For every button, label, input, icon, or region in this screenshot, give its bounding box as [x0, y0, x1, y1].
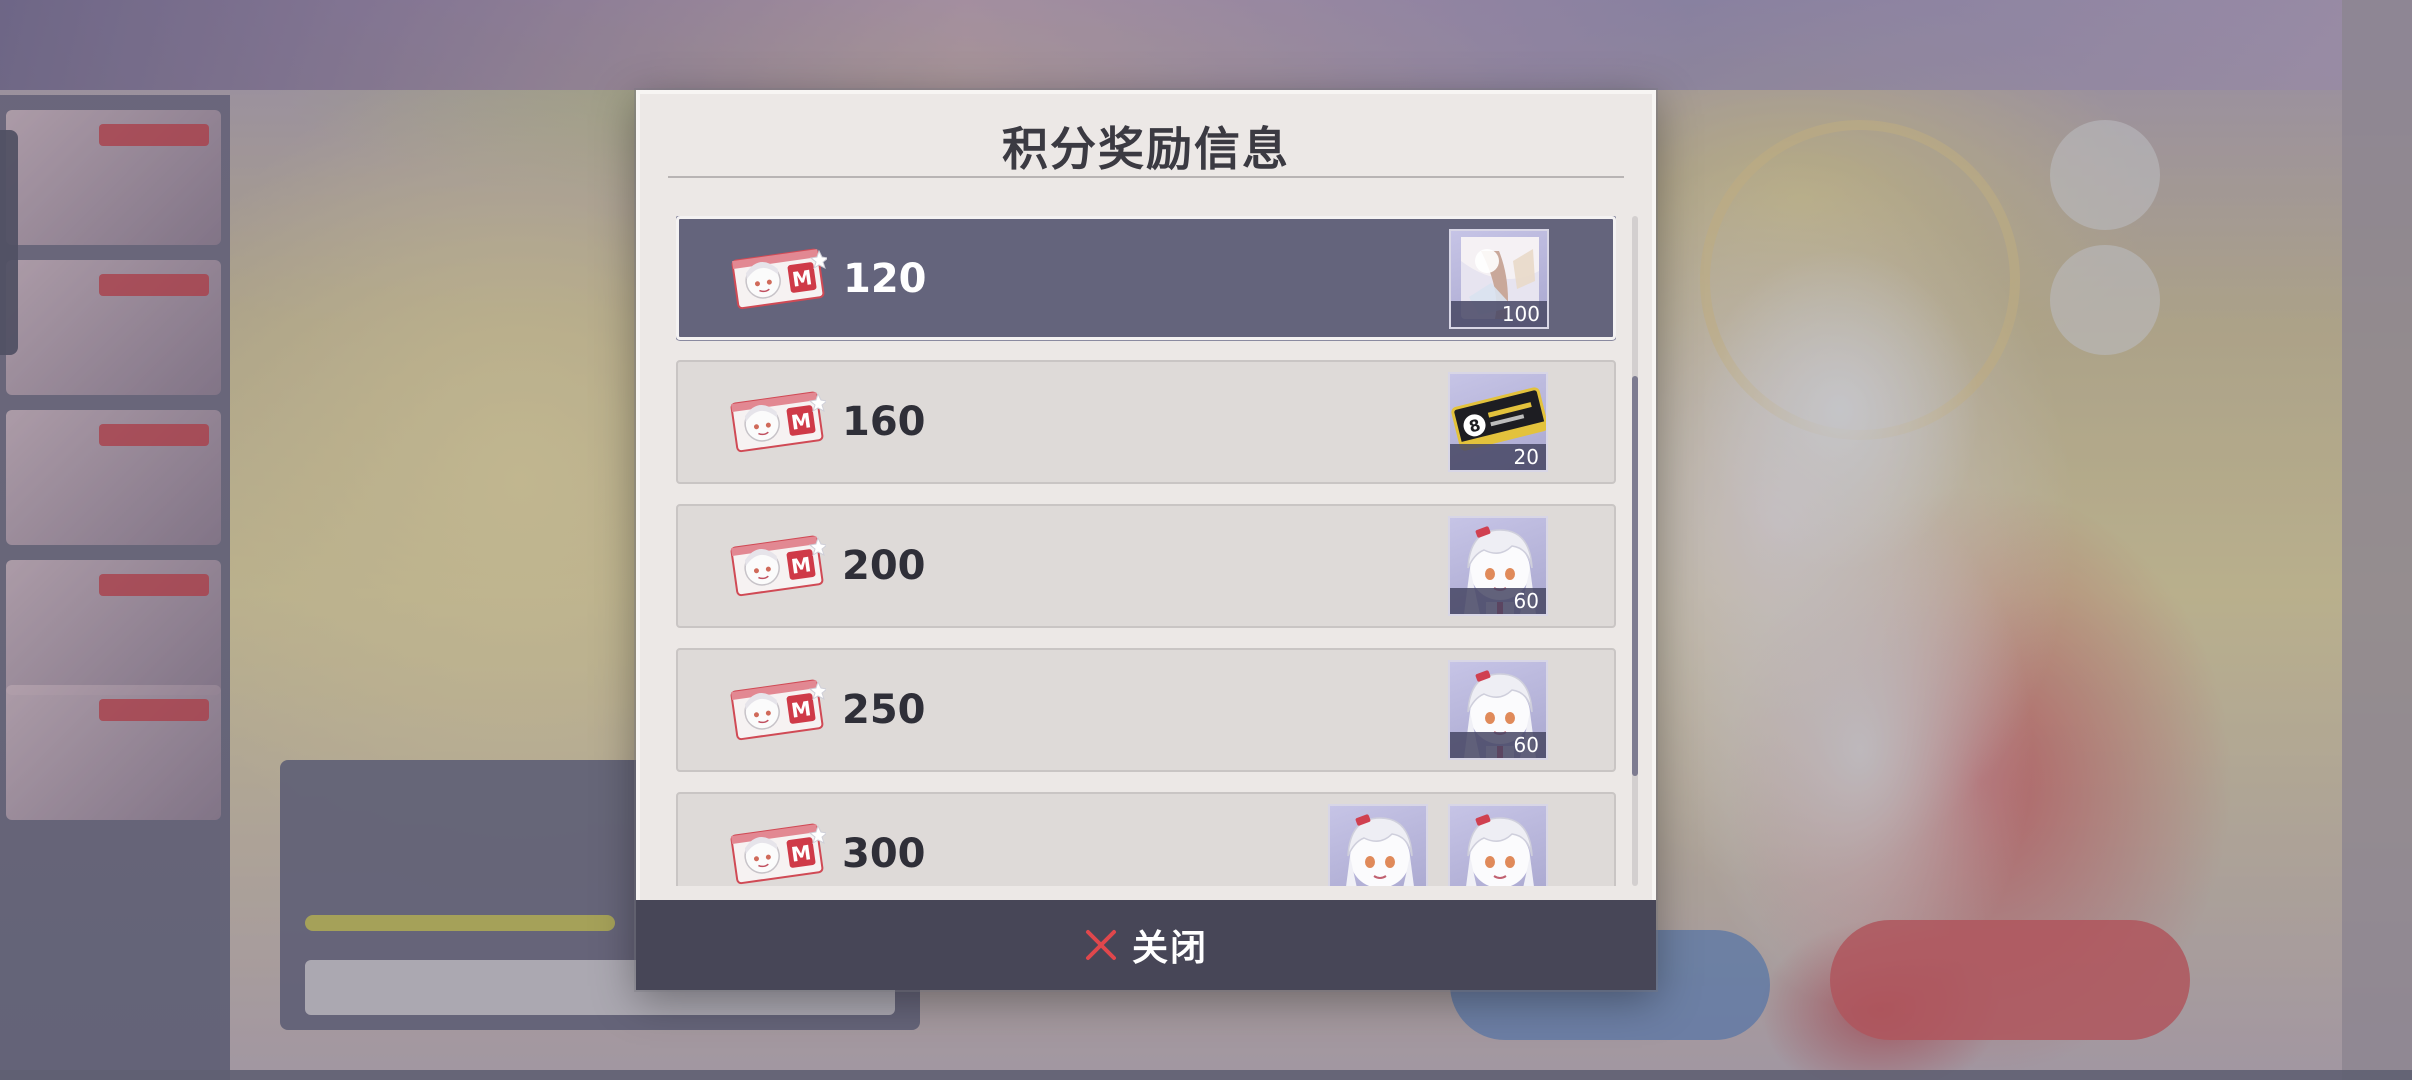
- reward-quantity: 60: [1450, 732, 1546, 758]
- reward-quantity: 20: [1450, 444, 1546, 470]
- reward-item[interactable]: [1448, 804, 1548, 886]
- reward-row[interactable]: M 120 100: [676, 216, 1616, 340]
- reward-item[interactable]: 60: [1448, 516, 1548, 616]
- close-label: 关闭: [1131, 928, 1208, 969]
- svg-text:M: M: [790, 408, 813, 435]
- points-required: 250: [842, 687, 926, 733]
- score-ticket-icon: M: [726, 676, 829, 744]
- scrollbar[interactable]: [1632, 216, 1638, 886]
- reward-quantity: 60: [1450, 588, 1546, 614]
- svg-text:M: M: [790, 696, 813, 723]
- points-required: 160: [842, 399, 926, 445]
- reward-list[interactable]: M 120 100 M 160 8 20 M 200 60 M 250 60 M 300: [676, 216, 1616, 886]
- reward-row[interactable]: M 300: [676, 792, 1616, 886]
- reward-item[interactable]: 100: [1449, 229, 1549, 329]
- reward-row[interactable]: M 250 60: [676, 648, 1616, 772]
- points-required: 300: [842, 831, 926, 877]
- points-required: 120: [843, 256, 927, 302]
- reward-row[interactable]: M 200 60: [676, 504, 1616, 628]
- svg-text:M: M: [790, 840, 813, 867]
- close-icon: [1085, 930, 1116, 960]
- score-ticket-icon: M: [726, 388, 829, 456]
- points-required: 200: [842, 543, 926, 589]
- svg-text:M: M: [791, 265, 814, 292]
- reward-row[interactable]: M 160 8 20: [676, 360, 1616, 484]
- close-button[interactable]: 关闭: [636, 900, 1656, 990]
- score-ticket-icon: M: [726, 532, 829, 600]
- score-ticket-icon: M: [727, 245, 830, 313]
- dialog-title: 积分奖励信息: [1002, 122, 1290, 176]
- reward-item[interactable]: 8 20: [1448, 372, 1548, 472]
- svg-text:M: M: [790, 552, 813, 579]
- reward-item[interactable]: 60: [1448, 660, 1548, 760]
- title-divider: [668, 176, 1624, 178]
- score-ticket-icon: M: [726, 820, 829, 886]
- reward-item[interactable]: [1328, 804, 1428, 886]
- reward-quantity: 100: [1451, 301, 1547, 327]
- scrollbar-thumb[interactable]: [1632, 376, 1638, 776]
- score-reward-dialog: 积分奖励信息 M 120 100 M 160 8 20 M 200 60 M 250 60 M 300: [636, 90, 1656, 990]
